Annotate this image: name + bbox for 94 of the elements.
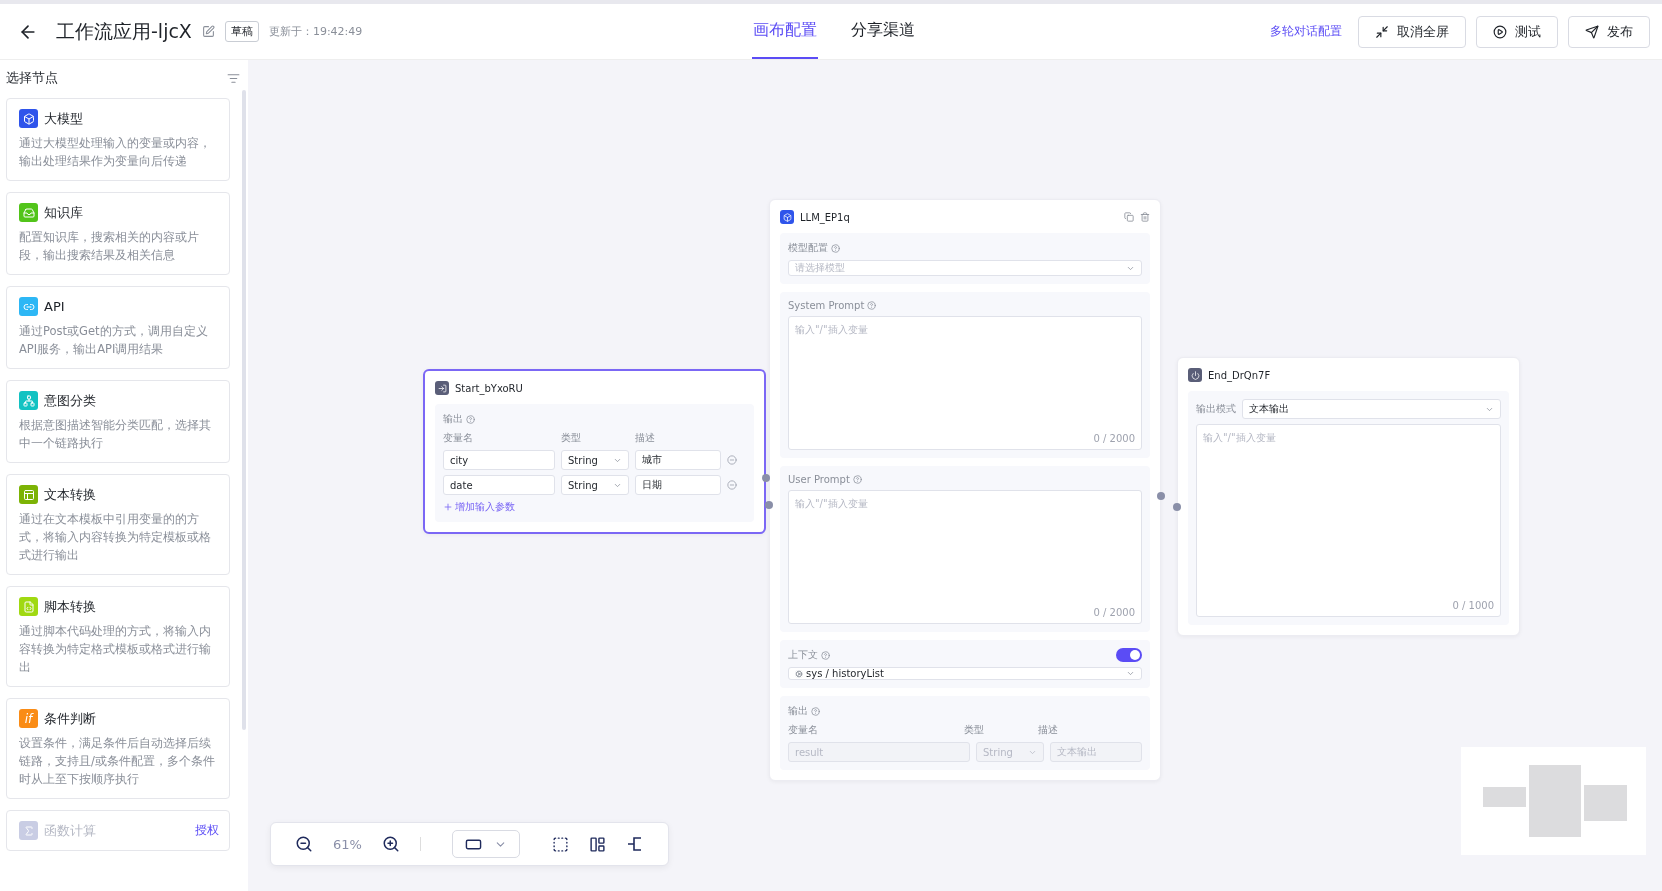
draft-badge: 草稿 — [224, 21, 259, 42]
context-toggle[interactable] — [1116, 648, 1142, 662]
start-node[interactable]: Start_bYxoRU 输出 变量名 类型 描述 city String 城市 date String 日期 增加输入参数 — [423, 369, 766, 534]
node-card[interactable]: 文本转换 通过在文本模板中引用变量的的方式，将输入内容转换为特定模板或格式进行输出 — [6, 474, 230, 575]
dialog-config-link[interactable]: 多轮对话配置 — [1270, 23, 1342, 40]
copy-icon[interactable] — [1124, 212, 1134, 222]
start-icon — [435, 381, 449, 395]
remove-icon[interactable] — [727, 480, 737, 490]
add-parameter-link[interactable]: 增加输入参数 — [443, 500, 746, 514]
field-label: 上下文 — [788, 648, 818, 662]
cube-icon — [780, 210, 794, 224]
node-title: API — [44, 299, 66, 314]
column-header: 变量名 — [443, 431, 474, 445]
column-header: 变量名 — [788, 723, 819, 737]
variable-name-field[interactable]: date — [443, 475, 555, 495]
field-label: User Prompt — [788, 474, 850, 485]
end-node[interactable]: End_DrQn7F 输出模式 文本输出 输入"/"插入变量 0 / 1000 — [1177, 357, 1520, 636]
if-icon: if — [19, 709, 38, 728]
field-label: 模型配置 — [788, 241, 828, 255]
output-label: 输出 — [443, 412, 463, 426]
type-select: String — [976, 742, 1044, 762]
context-select[interactable]: sys / historyList — [788, 667, 1142, 680]
char-counter: 0 / 2000 — [1093, 607, 1135, 618]
node-card[interactable]: 意图分类 根据意图描述智能分类匹配，选择其中一个链路执行 — [6, 380, 230, 463]
node-name: End_DrQn7F — [1208, 369, 1272, 381]
zoom-out-button[interactable] — [295, 835, 313, 853]
node-description: 通过Post或Get的方式，调用自定义API服务，输出API调用结果 — [19, 323, 209, 358]
help-icon — [821, 650, 830, 660]
layout-button[interactable] — [589, 835, 606, 853]
node-title: 大模型 — [44, 109, 84, 128]
sidebar-title: 选择节点 — [6, 69, 58, 87]
help-icon — [811, 706, 820, 716]
column-header: 描述 — [1038, 723, 1059, 737]
align-button[interactable] — [626, 835, 644, 853]
column-header: 类型 — [561, 431, 582, 445]
char-counter: 0 / 1000 — [1452, 600, 1494, 611]
delete-icon[interactable] — [1140, 212, 1150, 222]
node-description: 配置知识库，搜索相关的内容或片段，输出搜索结果及相关信息 — [19, 229, 200, 264]
node-title: 文本转换 — [44, 485, 97, 504]
plus-icon — [443, 502, 453, 512]
power-icon — [1188, 368, 1202, 382]
output-label: 输出 — [788, 704, 808, 718]
zoom-level: 61% — [333, 836, 362, 852]
field-label: 输出模式 — [1196, 402, 1236, 416]
context-value: sys / historyList — [806, 668, 884, 679]
node-description: 通过脚本代码处理的方式，将输入内容转换为特定格式模板或格式进行输出 — [19, 623, 212, 676]
connection-handle[interactable] — [765, 501, 773, 509]
app-title: 工作流应用-ljcX — [56, 18, 192, 44]
node-card[interactable]: API 通过Post或Get的方式，调用自定义API服务，输出API调用结果 — [6, 286, 230, 369]
remove-icon[interactable] — [727, 455, 737, 465]
node-card[interactable]: 大模型 通过大模型处理输入的变量或内容，输出处理结果作为变量向后传递 — [6, 98, 230, 181]
help-icon — [466, 414, 475, 424]
variable-name-field[interactable]: city — [443, 450, 555, 470]
column-header: 描述 — [635, 431, 656, 445]
node-title: 条件判断 — [44, 709, 97, 728]
connection-handle[interactable] — [762, 474, 770, 482]
char-counter: 0 / 2000 — [1093, 433, 1135, 444]
node-name: LLM_EP1q — [800, 211, 851, 223]
node-title: 脚本转换 — [44, 597, 97, 616]
node-card[interactable]: if 条件判断 设置条件，满足条件后自动选择后续链路，支持且/或条件配置，多个条件时从上至下按顺序执行 — [6, 698, 230, 799]
zoom-in-button[interactable] — [381, 835, 400, 853]
send-icon — [1585, 24, 1599, 39]
fit-view-button[interactable] — [552, 835, 569, 853]
node-description: 根据意图描述智能分类匹配，选择其中一个链路执行 — [19, 417, 212, 452]
description-field[interactable]: 日期 — [635, 475, 721, 495]
description-field[interactable]: 城市 — [635, 450, 721, 470]
exit-fullscreen-button[interactable]: 取消全屏 — [1358, 15, 1466, 48]
help-icon — [831, 243, 840, 253]
type-select[interactable]: String — [561, 475, 629, 495]
test-button[interactable]: 测试 — [1476, 15, 1558, 48]
column-header: 类型 — [964, 723, 985, 737]
view-mode-select[interactable] — [452, 830, 520, 858]
node-description: 通过大模型处理输入的变量或内容，输出处理结果作为变量向后传递 — [19, 135, 212, 170]
node-title: 函数计算 — [44, 821, 97, 840]
node-title: 知识库 — [44, 203, 84, 222]
tab[interactable]: 分享渠道 — [850, 4, 916, 59]
exit-fullscreen-icon — [1375, 24, 1389, 39]
play-icon — [1493, 24, 1507, 39]
node-description: 设置条件，满足条件后自动选择后续链路，支持且/或条件配置，多个条件时从上至下按顺序执行 — [19, 735, 216, 788]
edit-icon[interactable] — [201, 25, 215, 38]
publish-button[interactable]: 发布 — [1568, 15, 1650, 48]
updated-time: 更新于：19:42:49 — [268, 24, 363, 39]
help-icon — [867, 301, 877, 310]
type-select[interactable]: String — [561, 450, 629, 470]
node-card[interactable]: 脚本转换 通过脚本代码处理的方式，将输入内容转换为特定格式模板或格式进行输出 — [6, 586, 230, 687]
output-mode-select[interactable]: 文本输出 — [1242, 399, 1501, 419]
node-description: 通过在文本模板中引用变量的的方式，将输入内容转换为特定模板或格式进行输出 — [19, 511, 212, 564]
node-name: Start_bYxoRU — [455, 382, 524, 394]
node-title: 意图分类 — [44, 391, 97, 410]
variable-name-field: result — [788, 742, 970, 762]
chevron-icon — [1126, 669, 1135, 678]
field-label: System Prompt — [788, 300, 865, 311]
help-icon — [852, 475, 862, 484]
node-card[interactable]: 知识库 配置知识库，搜索相关的内容或片段，输出搜索结果及相关信息 — [6, 192, 230, 275]
